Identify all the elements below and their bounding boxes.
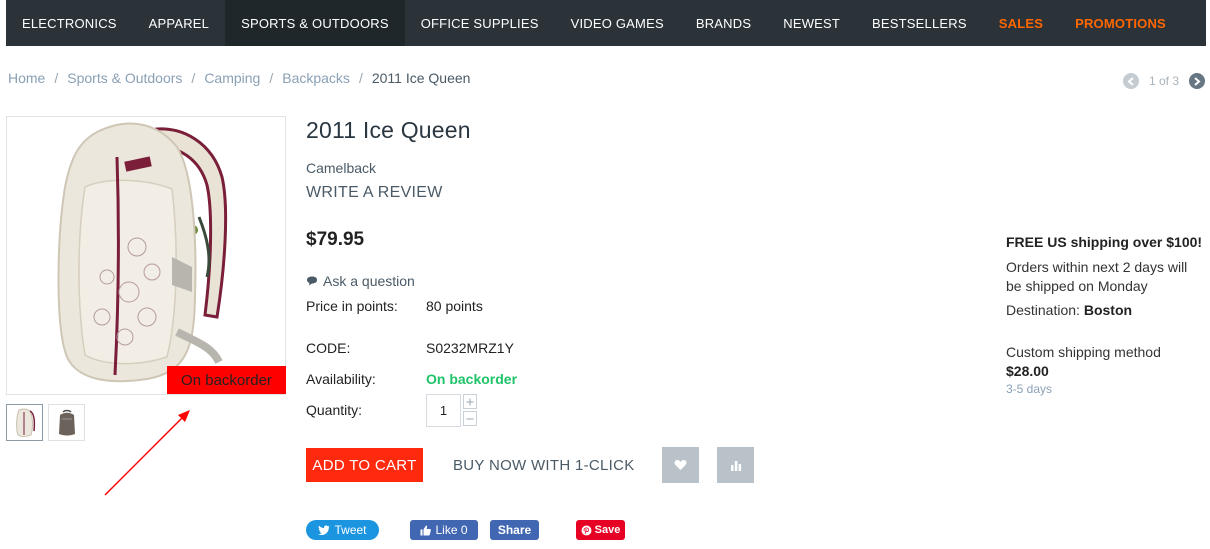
thumbnail-strip bbox=[6, 404, 85, 441]
breadcrumb-separator: / bbox=[191, 70, 196, 86]
tweet-button[interactable]: Tweet bbox=[306, 520, 379, 540]
quantity-label: Quantity: bbox=[306, 402, 363, 418]
add-to-wishlist-button[interactable] bbox=[662, 447, 699, 483]
annotation-arrow bbox=[104, 410, 190, 496]
nav-item-electronics[interactable]: ELECTRONICS bbox=[6, 0, 133, 46]
add-to-cart-button[interactable]: ADD TO CART bbox=[306, 448, 423, 482]
bar-chart-icon bbox=[730, 460, 741, 471]
nav-item-video-games[interactable]: VIDEO GAMES bbox=[555, 0, 680, 46]
product-pager: 1 of 3 bbox=[1122, 73, 1205, 89]
shipping-schedule-text: Orders within next 2 days will be shippe… bbox=[1006, 259, 1188, 294]
previous-product-button[interactable] bbox=[1122, 73, 1139, 89]
minus-icon bbox=[466, 418, 474, 419]
points-value: 80 points bbox=[426, 298, 483, 314]
nav-item-promotions[interactable]: PROMOTIONS bbox=[1059, 0, 1182, 46]
backpack-image bbox=[57, 122, 228, 383]
availability-label: Availability: bbox=[306, 371, 376, 387]
code-label: CODE: bbox=[306, 340, 351, 356]
product-price: $79.95 bbox=[306, 229, 365, 250]
nav-item-brands[interactable]: BRANDS bbox=[680, 0, 767, 46]
facebook-like-label: Like 0 bbox=[435, 523, 468, 537]
quantity-step-buttons bbox=[463, 394, 477, 428]
chevron-right-icon bbox=[1194, 76, 1201, 86]
points-row: Price in points: 80 points bbox=[306, 298, 483, 314]
breadcrumb-home[interactable]: Home bbox=[8, 70, 45, 86]
free-shipping-notice: FREE US shipping over $100! bbox=[1006, 234, 1203, 250]
chevron-left-icon bbox=[1127, 76, 1134, 86]
breadcrumb-separator: / bbox=[269, 70, 274, 86]
brand-link[interactable]: Camelback bbox=[306, 160, 376, 176]
code-value: S0232MRZ1Y bbox=[426, 340, 514, 356]
breadcrumb-backpacks[interactable]: Backpacks bbox=[282, 70, 350, 86]
buy-now-one-click-button[interactable]: BUY NOW WITH 1-CLICK bbox=[453, 457, 635, 474]
breadcrumb-separator: / bbox=[358, 70, 363, 86]
breadcrumb-sports-outdoors[interactable]: Sports & Outdoors bbox=[67, 70, 182, 86]
breadcrumb-camping[interactable]: Camping bbox=[204, 70, 260, 86]
thumbnail-1[interactable] bbox=[6, 404, 43, 441]
breadcrumb-current: 2011 Ice Queen bbox=[371, 70, 471, 86]
nav-item-office-supplies[interactable]: OFFICE SUPPLIES bbox=[405, 0, 555, 46]
product-title: 2011 Ice Queen bbox=[306, 117, 471, 143]
destination-value: Boston bbox=[1083, 302, 1133, 318]
twitter-bird-icon bbox=[318, 525, 330, 535]
pinterest-icon bbox=[581, 525, 592, 535]
ask-question-label: Ask a question bbox=[323, 273, 415, 289]
quantity-decrease-button[interactable] bbox=[463, 411, 477, 426]
points-label: Price in points: bbox=[306, 298, 398, 314]
facebook-share-button[interactable]: Share bbox=[490, 520, 539, 540]
quantity-input[interactable]: 1 bbox=[426, 394, 461, 427]
shipping-method-days: 3-5 days bbox=[1006, 382, 1053, 396]
facebook-like-button[interactable]: Like 0 bbox=[410, 520, 478, 540]
breadcrumb-separator: / bbox=[54, 70, 59, 86]
nav-item-bestsellers[interactable]: BESTSELLERS bbox=[856, 0, 983, 46]
backorder-badge: On backorder bbox=[167, 366, 286, 394]
pinterest-save-label: Save bbox=[594, 524, 621, 536]
thumbnail-2[interactable] bbox=[48, 404, 85, 441]
write-review-link[interactable]: WRITE A REVIEW bbox=[306, 184, 443, 202]
ask-question-link[interactable]: Ask a question bbox=[306, 273, 415, 289]
nav-item-sports-outdoors[interactable]: SPORTS & OUTDOORS bbox=[225, 0, 405, 46]
product-main-image[interactable] bbox=[6, 116, 286, 395]
backpack-thumbnail-icon bbox=[15, 408, 35, 437]
shipping-method-price: $28.00 bbox=[1006, 363, 1049, 379]
destination-label: Destination: bbox=[1006, 302, 1080, 318]
code-row: CODE: S0232MRZ1Y bbox=[306, 340, 514, 356]
pager-text: 1 of 3 bbox=[1148, 74, 1179, 88]
availability-value: On backorder bbox=[426, 371, 518, 387]
quantity-stepper: 1 bbox=[426, 394, 477, 428]
nav-item-newest[interactable]: NEWEST bbox=[767, 0, 856, 46]
chat-bubble-icon bbox=[307, 276, 317, 285]
add-to-compare-button[interactable] bbox=[717, 447, 754, 483]
shipping-destination: Destination: Boston bbox=[1006, 302, 1132, 318]
quantity-increase-button[interactable] bbox=[463, 394, 477, 409]
shipping-method-label: Custom shipping method bbox=[1006, 344, 1161, 360]
nav-item-apparel[interactable]: APPAREL bbox=[133, 0, 225, 46]
tweet-label: Tweet bbox=[334, 523, 367, 537]
breadcrumb: Home / Sports & Outdoors / Camping / Bac… bbox=[8, 70, 470, 86]
heart-icon bbox=[674, 459, 687, 470]
quantity-row: Quantity: bbox=[306, 402, 426, 418]
backpack-back-thumbnail-icon bbox=[58, 409, 75, 435]
pinterest-save-button[interactable]: Save bbox=[576, 520, 625, 540]
top-navigation: ELECTRONICS APPAREL SPORTS & OUTDOORS OF… bbox=[6, 0, 1206, 46]
plus-icon bbox=[466, 398, 474, 405]
nav-item-sales[interactable]: SALES bbox=[983, 0, 1059, 46]
next-product-button[interactable] bbox=[1189, 73, 1205, 89]
thumbs-up-icon bbox=[420, 525, 432, 535]
availability-row: Availability: On backorder bbox=[306, 371, 517, 387]
